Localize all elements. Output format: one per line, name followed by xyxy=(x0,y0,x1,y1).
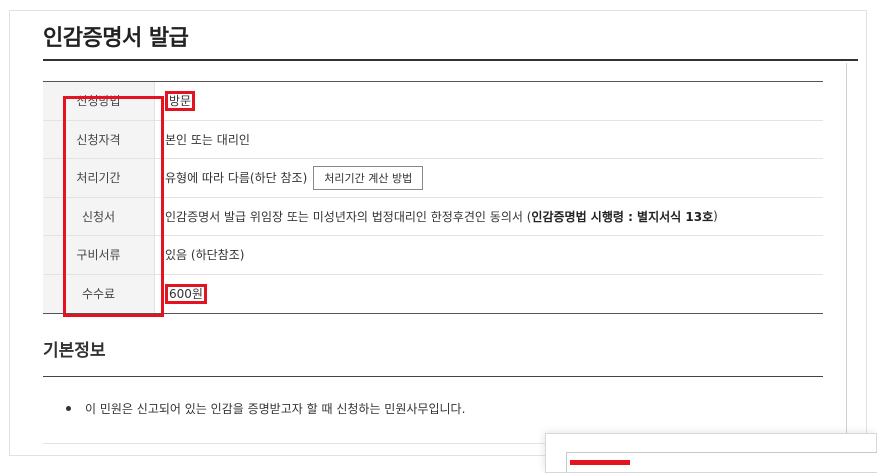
method-value: 방문 xyxy=(169,93,192,108)
table-row: 처리기간 유형에 따라 다름(하단 참조) 처리기간 계산 방법 xyxy=(43,159,823,198)
table-row: 신청자격 본인 또는 대리인 xyxy=(43,120,823,159)
row-label: 구비서류 xyxy=(43,236,155,274)
row-value: 600원 xyxy=(155,275,823,314)
page-title: 인감증명서 발급 xyxy=(43,26,189,51)
table-row: 수수료 600원 xyxy=(43,274,823,314)
row-label: 신청방법 xyxy=(43,82,155,120)
fee-highlight: 600원 xyxy=(165,283,207,304)
title-divider xyxy=(43,59,858,61)
row-value: 인감증명서 발급 위임장 또는 미성년자의 법정대리인 한정후견인 동의서 (인… xyxy=(155,198,823,236)
scroll-rail xyxy=(846,63,847,446)
row-label: 신청서 xyxy=(43,197,155,235)
overlay-highlight-mark xyxy=(570,460,630,465)
table-row: 구비서류 있음 (하단참조) xyxy=(43,236,823,275)
form-value-prefix: 인감증명서 발급 위임장 또는 미성년자의 법정대리인 한정후견인 동의서 ( xyxy=(165,209,532,224)
form-value-bold: 인감증명법 시행령 : 별지서식 13호 xyxy=(531,209,714,224)
row-label: 신청자격 xyxy=(43,120,155,158)
info-table: 신청방법 방문 신청자격 본인 또는 대리인 처리기간 유형에 따라 다름(하단… xyxy=(43,81,823,314)
list-item: 이 민원은 신고되어 있는 인감을 증명받고자 할 때 신청하는 민원사무입니다… xyxy=(66,400,465,417)
bullet-icon xyxy=(66,406,71,411)
row-value: 유형에 따라 다름(하단 참조) 처리기간 계산 방법 xyxy=(155,159,823,197)
row-label: 처리기간 xyxy=(43,159,155,197)
section-divider xyxy=(43,376,823,377)
row-value: 방문 xyxy=(155,82,823,120)
section-title: 기본정보 xyxy=(43,341,106,361)
processing-period-calc-button[interactable]: 처리기간 계산 방법 xyxy=(313,165,424,190)
fee-value: 600원 xyxy=(169,286,203,301)
row-value: 있음 (하단참조) xyxy=(165,248,245,263)
row-value: 본인 또는 대리인 xyxy=(165,132,250,147)
row-label: 수수료 xyxy=(43,274,155,313)
method-highlight: 방문 xyxy=(165,90,196,111)
table-row: 신청서 인감증명서 발급 위임장 또는 미성년자의 법정대리인 한정후견인 동의… xyxy=(43,197,823,236)
list-item-text: 이 민원은 신고되어 있는 인감을 증명받고자 할 때 신청하는 민원사무입니다… xyxy=(85,402,466,416)
table-row: 신청방법 방문 xyxy=(43,82,823,121)
form-value-suffix: ) xyxy=(713,209,718,224)
processing-period-value: 유형에 따라 다름(하단 참조) xyxy=(165,171,308,186)
